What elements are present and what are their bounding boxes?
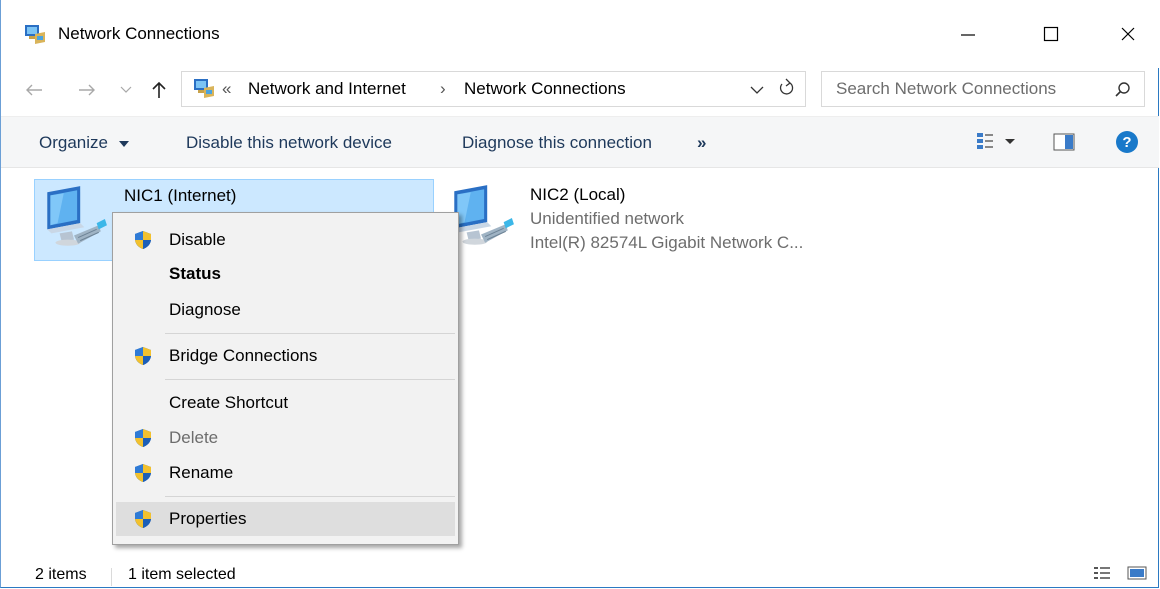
explorer-window: Network Connections « Network and Intern…: [0, 0, 1159, 588]
connection-network-status: Unidentified network: [530, 209, 685, 228]
breadcrumb-overflow[interactable]: «: [222, 79, 231, 99]
svg-text:?: ?: [1122, 134, 1131, 151]
chevron-down-icon: [750, 86, 764, 94]
recent-locations-button[interactable]: [117, 78, 135, 102]
chevron-down-icon: [120, 86, 132, 93]
uac-shield-icon: [133, 346, 153, 366]
search-icon: [1115, 82, 1130, 97]
network-adapter-icon: [37, 182, 109, 254]
view-details-icon: [977, 133, 1015, 149]
menu-separator: [165, 379, 455, 380]
close-button[interactable]: [1105, 14, 1151, 54]
menu-item-label: Status: [169, 264, 221, 283]
refresh-icon: [779, 78, 794, 95]
connection-adapter-name: Intel(R) 82574L Gigabit Network C...: [530, 233, 804, 252]
menu-item-label: Rename: [169, 463, 234, 482]
menu-item-create-shortcut[interactable]: Create Shortcut: [116, 386, 455, 420]
uac-shield-icon: [133, 230, 153, 250]
help-button[interactable]: ?: [1115, 130, 1139, 159]
preview-pane-button[interactable]: [1053, 133, 1075, 156]
large-icons-view-button[interactable]: [1127, 565, 1147, 586]
menu-item-status[interactable]: Status: [116, 257, 455, 291]
window-title: Network Connections: [58, 24, 220, 43]
up-button[interactable]: [147, 78, 171, 102]
disable-device-button[interactable]: Disable this network device: [186, 133, 392, 153]
menu-item-label: Disable: [169, 230, 226, 249]
address-bar[interactable]: « Network and Internet › Network Connect…: [181, 71, 806, 107]
menu-item-disable[interactable]: Disable: [116, 223, 455, 257]
connection-name: NIC2 (Local): [530, 185, 626, 204]
breadcrumb-network-connections[interactable]: Network Connections: [464, 79, 626, 99]
menu-separator: [165, 333, 455, 334]
status-divider: [111, 568, 112, 586]
back-button[interactable]: [23, 78, 45, 102]
breadcrumb-separator[interactable]: ›: [440, 79, 446, 99]
details-view-button[interactable]: [1093, 565, 1111, 586]
address-history-button[interactable]: [750, 82, 764, 100]
menu-item-delete: Delete: [116, 421, 455, 455]
context-menu: Disable Status Diagnose Bridge Connectio…: [112, 212, 459, 545]
close-icon: [1121, 27, 1135, 41]
uac-shield-icon: [133, 509, 153, 529]
up-arrow-icon: [152, 81, 166, 98]
menu-item-diagnose[interactable]: Diagnose: [116, 293, 455, 327]
back-arrow-icon: [26, 84, 42, 96]
search-input[interactable]: Search Network Connections: [836, 79, 1056, 99]
item-count: 2 items: [35, 566, 87, 583]
maximize-icon: [1043, 26, 1059, 42]
organize-label: Organize: [39, 133, 108, 152]
more-commands-button[interactable]: »: [697, 133, 706, 153]
menu-item-label: Delete: [169, 428, 219, 447]
minimize-icon: [961, 34, 975, 36]
network-connections-icon: [194, 79, 214, 98]
search-box[interactable]: Search Network Connections: [821, 71, 1145, 107]
menu-item-label: Create Shortcut: [169, 393, 289, 412]
forward-arrow-icon: [79, 84, 95, 96]
maximize-button[interactable]: [1028, 14, 1074, 54]
details-view-icon: [1094, 567, 1110, 579]
connection-item-nic2[interactable]: NIC2 (Local) Unidentified network Intel(…: [442, 179, 862, 261]
breadcrumb-network-and-internet[interactable]: Network and Internet: [248, 79, 406, 99]
change-view-button[interactable]: [976, 131, 1024, 156]
command-bar: Organize Disable this network device Dia…: [1, 116, 1159, 168]
large-icons-view-icon: [1127, 566, 1147, 580]
organize-button[interactable]: Organize: [39, 133, 129, 153]
menu-item-properties[interactable]: Properties: [116, 502, 455, 536]
minimize-button[interactable]: [945, 14, 991, 54]
network-connections-icon: [25, 25, 45, 44]
connection-name: NIC1 (Internet): [124, 186, 237, 205]
uac-shield-icon: [133, 428, 153, 448]
help-icon: ?: [1116, 131, 1138, 153]
menu-item-label: Bridge Connections: [169, 346, 318, 365]
preview-pane-icon: [1053, 133, 1075, 151]
title-bar[interactable]: Network Connections: [1, 0, 1159, 68]
menu-item-label: Properties: [169, 509, 247, 528]
diagnose-connection-button[interactable]: Diagnose this connection: [462, 133, 652, 153]
status-bar: 2 items 1 item selected: [1, 560, 1159, 588]
menu-item-label: Diagnose: [169, 300, 241, 319]
menu-separator: [165, 496, 455, 497]
menu-item-bridge-connections[interactable]: Bridge Connections: [116, 339, 455, 373]
uac-shield-icon: [133, 463, 153, 483]
address-row: « Network and Internet › Network Connect…: [1, 70, 1159, 110]
forward-button[interactable]: [76, 78, 98, 102]
menu-item-rename[interactable]: Rename: [116, 456, 455, 490]
selection-count: 1 item selected: [128, 566, 236, 583]
refresh-button[interactable]: [777, 78, 795, 103]
dropdown-triangle-icon: [118, 140, 129, 147]
